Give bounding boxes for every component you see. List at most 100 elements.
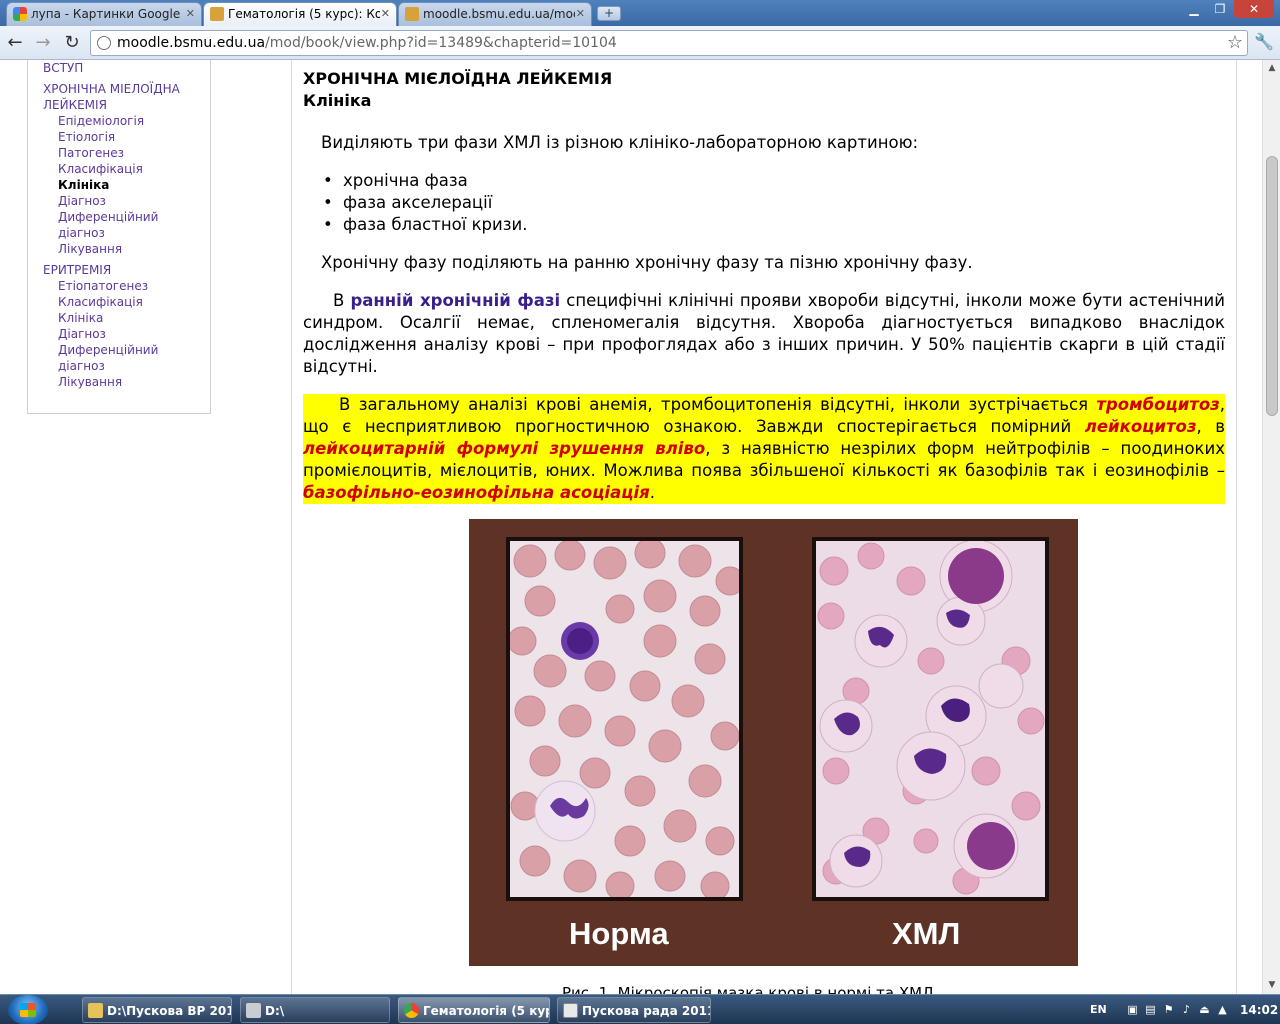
close-icon[interactable]: ✕ bbox=[576, 3, 585, 25]
volume-icon[interactable]: ♪ bbox=[1180, 1003, 1193, 1016]
scroll-down-arrow-icon[interactable]: ▼ bbox=[1263, 977, 1280, 994]
list-item: фаза бластної кризи. bbox=[323, 214, 527, 236]
tab-google-images[interactable]: лупа - Картинки Google ✕ bbox=[6, 2, 202, 26]
system-tray: EN ▣ ▤ ⚑ ♪ ⏏ ▲ 14:02 bbox=[1082, 995, 1280, 1024]
toc-chapter-intro[interactable]: ВСТУП bbox=[28, 60, 210, 76]
clock[interactable]: 14:02 bbox=[1240, 1003, 1278, 1017]
toc-item-etiopathogenesis[interactable]: Етіопатогенез bbox=[28, 278, 210, 294]
text-run: В загальному аналізі крові анемія, тромб… bbox=[339, 395, 1097, 414]
tab-moodle[interactable]: moodle.bsmu.edu.ua/mod ✕ bbox=[398, 2, 592, 26]
tab-label: Гематологія (5 курс): Конс bbox=[228, 7, 380, 21]
text-run: . bbox=[649, 483, 655, 502]
toc-chapter-erythremia[interactable]: ЕРИТРЕМІЯ bbox=[28, 262, 210, 278]
task-document[interactable]: Пускова рада 2011 (... bbox=[557, 997, 711, 1023]
url-host: moodle.bsmu.edu.ua bbox=[117, 35, 266, 51]
cml-smear-drawing bbox=[817, 541, 1045, 895]
toc-item-classification-2[interactable]: Класифікація bbox=[28, 294, 210, 310]
new-tab-button[interactable]: + bbox=[597, 6, 621, 21]
cml-smear-image bbox=[812, 537, 1049, 901]
normal-smear-image bbox=[506, 537, 743, 901]
toc-item-clinic-2[interactable]: Клініка bbox=[28, 310, 210, 326]
chapter-content: ХРОНІЧНА МІЄЛОЇДНА ЛЕЙКЕМІЯ Клініка Виді… bbox=[303, 68, 1225, 504]
chapter-title: ХРОНІЧНА МІЄЛОЇДНА ЛЕЙКЕМІЯ bbox=[303, 69, 613, 88]
figure-label-norm: Норма bbox=[569, 916, 669, 951]
browser-toolbar: ← → ↻ moodle.bsmu.edu.ua/mod/book/view.p… bbox=[0, 26, 1280, 60]
tab-strip: лупа - Картинки Google ✕ Гематологія (5 … bbox=[0, 0, 1280, 27]
task-explorer-folder[interactable]: D:\Пускова ВР 2011\... bbox=[82, 997, 232, 1023]
toc-chapter-cml[interactable]: ХРОНІЧНА МІЕЛОЇДНА ЛЕЙКЕМІЯ bbox=[28, 81, 198, 113]
moodle-icon bbox=[210, 7, 224, 21]
toc-item-treatment[interactable]: Лікування bbox=[28, 241, 210, 257]
text-run: , в bbox=[1196, 417, 1225, 436]
tab-label: moodle.bsmu.edu.ua/mod bbox=[423, 7, 575, 21]
language-indicator[interactable]: EN bbox=[1090, 1003, 1107, 1016]
google-icon bbox=[13, 7, 27, 21]
emphasis-term: лейкоцитоз bbox=[1084, 417, 1197, 436]
moodle-icon bbox=[405, 7, 419, 21]
wrench-menu-button[interactable]: 🔧 bbox=[1252, 32, 1276, 54]
chrome-icon bbox=[404, 1003, 419, 1018]
task-explorer-drive[interactable]: D:\ bbox=[240, 997, 390, 1023]
url-path: /mod/book/view.php?id=13489&chapterid=10… bbox=[265, 35, 617, 51]
blood-analysis-paragraph: В загальному аналізі крові анемія, тромб… bbox=[303, 394, 1225, 504]
close-icon[interactable]: ✕ bbox=[381, 3, 390, 25]
early-phase-paragraph: В ранній хронічній фазі специфічні кліні… bbox=[303, 290, 1225, 378]
monitor-icon[interactable]: ▤ bbox=[1144, 1003, 1157, 1016]
task-label: Гематологія (5 курс... bbox=[423, 1004, 549, 1018]
flag-icon[interactable]: ⚑ bbox=[1162, 1003, 1175, 1016]
url-text: moodle.bsmu.edu.ua/mod/book/view.php?id=… bbox=[117, 35, 617, 51]
toc-item-differential-2[interactable]: Диференційний діагноз bbox=[28, 342, 178, 374]
safely-remove-icon[interactable]: ⏏ bbox=[1198, 1003, 1211, 1016]
figure-caption: Рис. 1. Мікроскопія мазка крові в нормі … bbox=[562, 984, 934, 994]
toc-item-pathogenesis[interactable]: Патогенез bbox=[28, 145, 210, 161]
document-icon bbox=[563, 1003, 578, 1018]
list-item: хронічна фаза bbox=[323, 170, 527, 192]
drive-icon bbox=[246, 1003, 261, 1018]
emphasis-term: лейкоцитарній формулі зрушення вліво bbox=[303, 439, 706, 458]
emphasis-term: тромбоцитоз bbox=[1096, 395, 1220, 414]
tab-hematology[interactable]: Гематологія (5 курс): Конс ✕ bbox=[203, 2, 397, 27]
network-icon[interactable]: ▣ bbox=[1126, 1003, 1139, 1016]
back-button[interactable]: ← bbox=[4, 32, 26, 54]
window-close-button[interactable]: ✕ bbox=[1234, 0, 1274, 18]
toc-item-treatment-2[interactable]: Лікування bbox=[28, 374, 210, 390]
start-button[interactable] bbox=[8, 995, 48, 1024]
blood-smear-figure: Норма ХМЛ bbox=[469, 519, 1078, 966]
highlighted-term: ранній хронічній фазі bbox=[350, 291, 561, 310]
toc-item-clinic-current: Клініка bbox=[58, 178, 110, 192]
scroll-up-arrow-icon[interactable]: ▲ bbox=[1263, 60, 1280, 77]
task-label: D:\ bbox=[265, 1004, 285, 1018]
toc-item-diagnosis[interactable]: Діагноз bbox=[28, 193, 210, 209]
emphasis-term: базофільно-еозинофільна асоціація bbox=[303, 483, 650, 502]
maximize-button[interactable]: ❐ bbox=[1207, 0, 1233, 18]
vertical-scrollbar[interactable]: ▲ ▼ bbox=[1262, 60, 1280, 994]
globe-icon bbox=[97, 36, 111, 50]
toc-item-diagnosis-2[interactable]: Діагноз bbox=[28, 326, 210, 342]
minimize-button[interactable]: ▁ bbox=[1181, 0, 1207, 18]
windows-logo-icon bbox=[20, 1003, 36, 1017]
toc-item-etiology[interactable]: Етіологія bbox=[28, 129, 210, 145]
tab-label: лупа - Картинки Google bbox=[31, 7, 181, 21]
page-viewport: ВСТУП ХРОНІЧНА МІЕЛОЇДНА ЛЕЙКЕМІЯ Епідем… bbox=[0, 60, 1262, 994]
bookmark-star-icon[interactable]: ☆ bbox=[1227, 32, 1243, 53]
task-chrome[interactable]: Гематологія (5 курс... bbox=[398, 997, 550, 1023]
normal-smear-drawing bbox=[510, 541, 739, 897]
toc-item-differential[interactable]: Диференційний діагноз bbox=[28, 209, 178, 241]
alert-icon[interactable]: ▲ bbox=[1216, 1003, 1229, 1016]
close-icon[interactable]: ✕ bbox=[186, 3, 195, 25]
toc-item-classification[interactable]: Класифікація bbox=[28, 161, 210, 177]
windows-taskbar: D:\Пускова ВР 2011\... D:\ Гематологія (… bbox=[0, 994, 1280, 1024]
text-run: В bbox=[333, 291, 351, 310]
chapter-subtitle: Клініка bbox=[303, 91, 372, 110]
chronic-phase-paragraph: Хронічну фазу поділяють на ранню хронічн… bbox=[321, 253, 973, 272]
book-toc: ВСТУП ХРОНІЧНА МІЕЛОЇДНА ЛЕЙКЕМІЯ Епідем… bbox=[27, 60, 211, 414]
task-label: D:\Пускова ВР 2011\... bbox=[107, 1004, 231, 1018]
reload-button[interactable]: ↻ bbox=[61, 32, 83, 54]
toc-item-epidemiology[interactable]: Епідеміологія bbox=[28, 113, 210, 129]
task-label: Пускова рада 2011 (... bbox=[582, 1004, 710, 1018]
scroll-thumb[interactable] bbox=[1266, 156, 1278, 416]
figure-label-cml: ХМЛ bbox=[892, 916, 961, 951]
address-bar[interactable]: moodle.bsmu.edu.ua/mod/book/view.php?id=… bbox=[90, 30, 1248, 56]
forward-button[interactable]: → bbox=[32, 32, 54, 54]
intro-paragraph: Виділяють три фази ХМЛ із різною клініко… bbox=[321, 133, 919, 152]
